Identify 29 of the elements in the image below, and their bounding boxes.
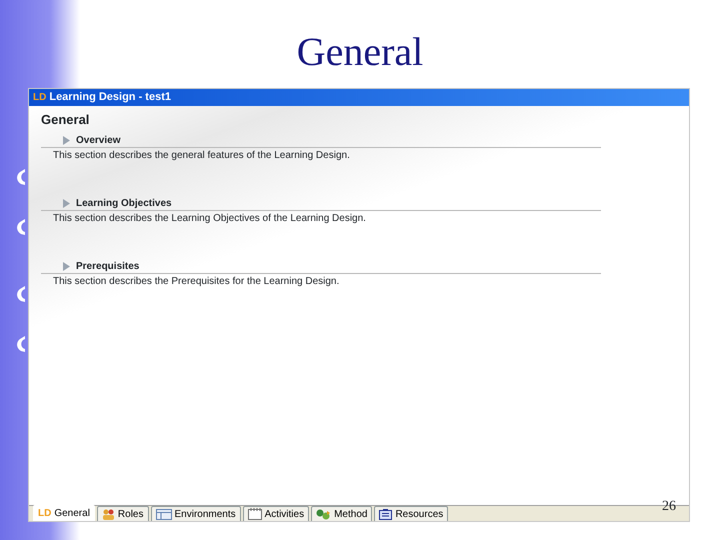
expand-arrow-icon[interactable] [63, 262, 70, 270]
tab[interactable]: Resources [374, 506, 448, 521]
expand-arrow-icon[interactable] [63, 198, 70, 208]
section-description: This section describes the general features of the Learning Design. [52, 148, 351, 162]
section-title[interactable]: Learning Objectives [76, 196, 172, 210]
tab[interactable]: Activities [242, 506, 310, 521]
section-description: This section describes the Prerequisites for the Learning Design. [52, 274, 340, 288]
gears-icon [316, 508, 332, 520]
section-heading: General [41, 111, 90, 129]
section-title[interactable]: Prerequisites [76, 258, 140, 274]
tab[interactable]: Environments [150, 506, 241, 521]
bullet-icon [16, 218, 26, 236]
app-logo: LD [33, 92, 46, 102]
slide-title: General [296, 32, 424, 72]
people-icon [102, 508, 115, 520]
tab[interactable]: Method [311, 506, 372, 521]
bullet-icon [16, 168, 26, 186]
page-number: 26 [662, 498, 676, 516]
app-logo: LD [38, 508, 52, 518]
section-title[interactable]: Overview [76, 132, 120, 148]
window-title: Learning Design - test1 [49, 90, 171, 106]
section-description: This section describes the Learning Objectives of the Learning Design. [52, 212, 367, 226]
tab[interactable]: LD General [33, 505, 95, 521]
list-icon [379, 508, 392, 520]
window-icon [156, 508, 172, 520]
tab[interactable]: Roles [96, 506, 148, 521]
bullet-icon [16, 335, 26, 353]
bullet-icon [16, 285, 26, 303]
expand-arrow-icon[interactable] [63, 136, 70, 144]
